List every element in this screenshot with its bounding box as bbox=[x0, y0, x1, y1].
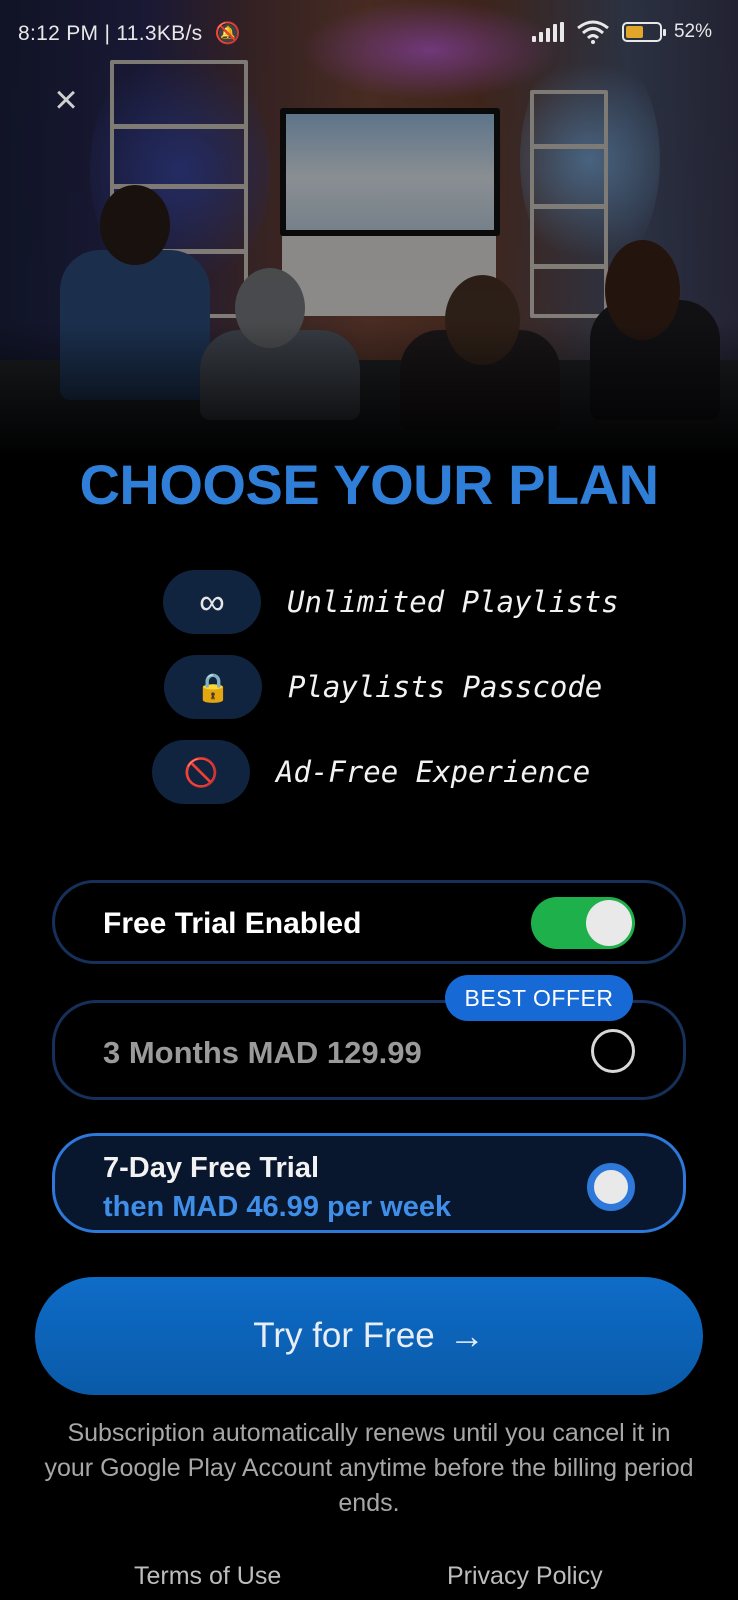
best-offer-badge: BEST OFFER bbox=[445, 975, 633, 1021]
status-icons: 52% bbox=[531, 20, 712, 44]
wifi-icon bbox=[577, 20, 609, 44]
feature-label: Playlists Passcode bbox=[288, 670, 603, 704]
plan-weekly[interactable]: 7-Day Free Trial then MAD 46.99 per week bbox=[52, 1133, 686, 1233]
no-ads-glyph: 🚫 bbox=[183, 756, 219, 788]
battery-fill bbox=[625, 26, 643, 38]
free-trial-toggle[interactable] bbox=[531, 897, 635, 949]
plan-3-months-radio[interactable] bbox=[591, 1029, 635, 1073]
feature-unlimited-playlists: ∞ Unlimited Playlists bbox=[163, 570, 619, 634]
subscription-disclaimer: Subscription automatically renews until … bbox=[44, 1419, 694, 1517]
footer-links: Terms of Use Privacy Policy bbox=[0, 1560, 738, 1600]
infinity-glyph: ∞ bbox=[199, 581, 225, 622]
page-title: CHOOSE YOUR PLAN bbox=[79, 453, 659, 516]
toggle-knob bbox=[586, 900, 632, 946]
feature-label: Unlimited Playlists bbox=[287, 585, 619, 619]
plan-3-months-label: 3 Months MAD 129.99 bbox=[103, 1035, 422, 1070]
try-for-free-button[interactable]: Try for Free → bbox=[35, 1277, 703, 1395]
arrow-right-icon: → bbox=[448, 1315, 485, 1356]
privacy-policy-link[interactable]: Privacy Policy bbox=[447, 1562, 603, 1591]
close-icon[interactable]: × bbox=[48, 80, 84, 120]
signal-icon bbox=[531, 22, 564, 42]
plan-weekly-radio[interactable] bbox=[587, 1163, 635, 1211]
cta-label: Try for Free bbox=[253, 1316, 435, 1355]
lock-icon: 🔒 bbox=[164, 655, 262, 719]
feature-ad-free: 🚫 Ad-Free Experience bbox=[152, 740, 590, 804]
status-time: 8:12 PM | 11.3KB/s 🔕 bbox=[18, 22, 241, 46]
battery-percent: 52% bbox=[673, 21, 712, 42]
lock-glyph: 🔒 bbox=[195, 671, 231, 703]
free-trial-label: Free Trial Enabled bbox=[103, 907, 362, 940]
free-trial-card[interactable]: Free Trial Enabled bbox=[52, 880, 686, 964]
status-time-text: 8:12 PM | 11.3KB/s bbox=[18, 22, 203, 45]
feature-playlists-passcode: 🔒 Playlists Passcode bbox=[164, 655, 602, 719]
mute-icon: 🔕 bbox=[214, 22, 241, 45]
no-ads-icon: 🚫 bbox=[152, 740, 250, 804]
plan-weekly-price: then MAD 46.99 per week bbox=[103, 1191, 452, 1223]
infinity-icon: ∞ bbox=[163, 570, 261, 634]
battery-icon bbox=[621, 22, 666, 42]
terms-of-use-link[interactable]: Terms of Use bbox=[134, 1562, 281, 1591]
plan-weekly-title: 7-Day Free Trial bbox=[103, 1152, 319, 1184]
feature-label: Ad-Free Experience bbox=[276, 755, 591, 789]
status-bar: 8:12 PM | 11.3KB/s 🔕 52% bbox=[0, 0, 738, 70]
